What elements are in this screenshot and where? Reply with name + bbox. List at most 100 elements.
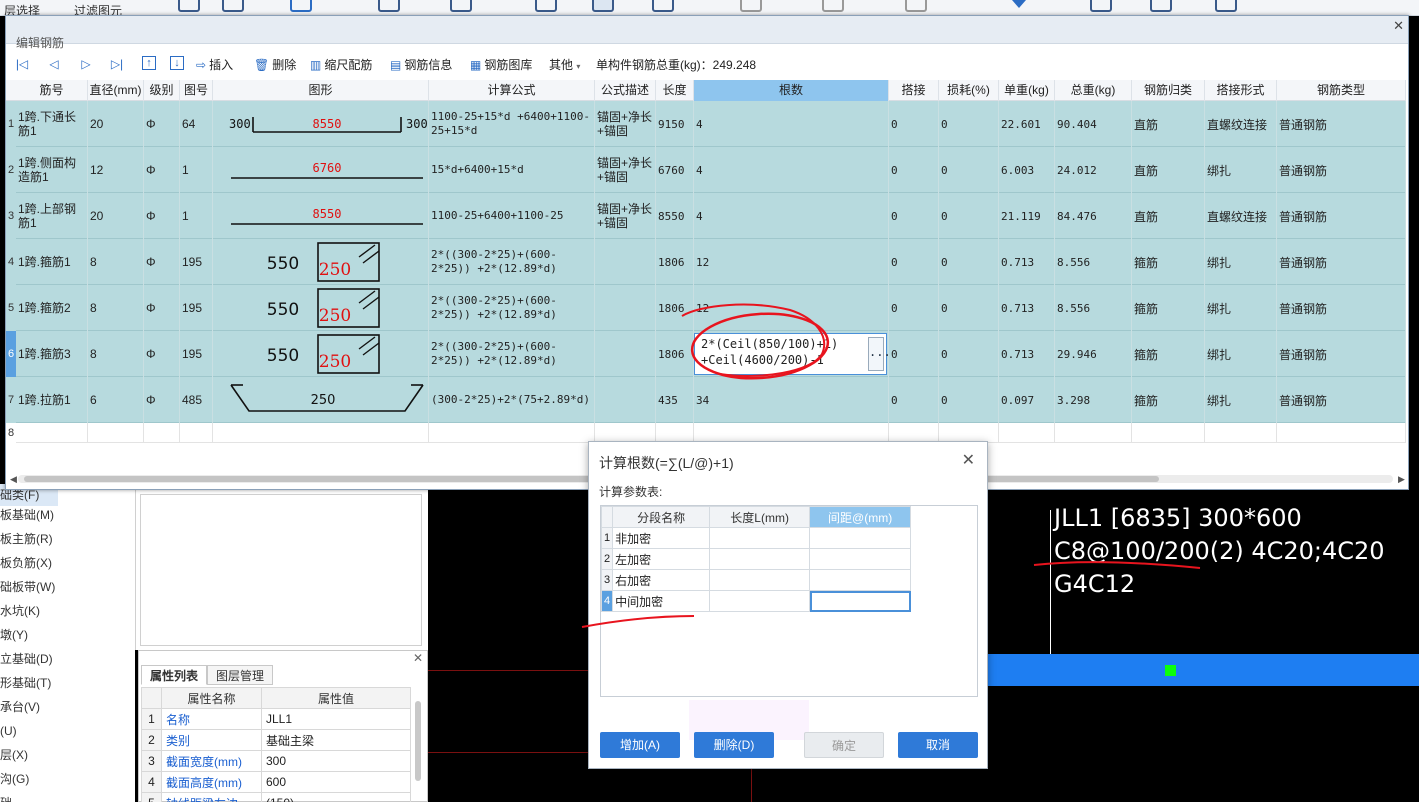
rebar-info-button[interactable]: ▤ 钢筋信息 — [390, 56, 452, 74]
col-header-grade[interactable]: 级别 — [144, 80, 180, 101]
bar-unit-weight[interactable]: 6.003 — [999, 147, 1055, 193]
col-header-total-weight[interactable]: 总重(kg) — [1055, 80, 1132, 101]
bar-rebar-type[interactable]: 普通钢筋 — [1277, 239, 1406, 285]
property-value[interactable]: 基础主梁 — [261, 729, 411, 751]
bar-name[interactable]: 1跨.箍筋3 — [16, 331, 88, 377]
bar-formula-desc[interactable]: 锚固+净长+锚固 — [595, 101, 656, 147]
bar-total-weight[interactable]: 8.556 — [1055, 239, 1132, 285]
bar-lap-type[interactable]: 直螺纹连接 — [1205, 193, 1277, 239]
more-options-button[interactable]: ... — [868, 337, 888, 371]
bar-total-weight[interactable]: 90.404 — [1055, 101, 1132, 147]
bar-category[interactable]: 箍筋 — [1132, 377, 1205, 423]
toolbar-icon[interactable] — [1150, 0, 1172, 12]
grip-point[interactable] — [1165, 665, 1176, 676]
bar-diameter[interactable]: 20 — [88, 193, 144, 239]
table-row[interactable]: 2 1跨.侧面构造筋1 12 Φ 1 6760 15*d+6400+15*d 锚固+净长+锚固… — [6, 147, 1406, 193]
bar-diameter[interactable]: 8 — [88, 331, 144, 377]
tree-item[interactable]: 板负筋(X) — [0, 552, 52, 574]
col-header-bar-no[interactable]: 筋号 — [16, 80, 88, 101]
bar-formula[interactable] — [429, 423, 595, 443]
property-value[interactable]: 300 — [261, 750, 411, 772]
bar-rebar-type[interactable]: 普通钢筋 — [1277, 377, 1406, 423]
segment-spacing-input[interactable] — [809, 569, 912, 591]
bar-shape[interactable]: 8550 300 300 — [213, 101, 429, 147]
table-row[interactable]: 5 1跨.箍筋2 8 Φ 195 550 250 2*((300-2*25)+(600-2*2… — [6, 285, 1406, 331]
segment-name[interactable]: 中间加密 — [612, 590, 711, 612]
toolbar-icon[interactable] — [652, 0, 674, 12]
bar-lap[interactable]: 0 — [889, 331, 939, 377]
bar-category[interactable]: 直筋 — [1132, 193, 1205, 239]
tree-item[interactable]: 形基础(T) — [0, 672, 51, 694]
bar-formula[interactable]: 2*((300-2*25)+(600-2*25)) +2*(12.89*d) — [429, 285, 595, 331]
table-row[interactable]: 8 — [6, 423, 1406, 443]
bar-name[interactable]: 1跨.侧面构造筋1 — [16, 147, 88, 193]
cursor-icon[interactable] — [290, 0, 312, 12]
bar-unit-weight[interactable] — [999, 423, 1055, 443]
segment-spacing-input[interactable] — [809, 527, 912, 549]
bar-unit-weight[interactable]: 0.097 — [999, 377, 1055, 423]
toolbar-icon[interactable] — [740, 0, 762, 12]
row-number[interactable]: 4 — [6, 239, 16, 285]
toolbar-icon[interactable] — [222, 0, 244, 12]
toolbar-icon[interactable] — [450, 0, 472, 12]
tree-item[interactable]: 板主筋(R) — [0, 528, 53, 550]
bar-diameter[interactable] — [88, 423, 144, 443]
bar-formula[interactable]: 2*((300-2*25)+(600-2*25)) +2*(12.89*d) — [429, 331, 595, 377]
bar-length[interactable]: 435 — [656, 377, 694, 423]
bar-grade[interactable]: Φ — [144, 285, 180, 331]
scale-rebar-button[interactable]: ▥ 缩尺配筋 — [310, 56, 372, 74]
other-menu[interactable]: 其他 ▾ — [549, 56, 580, 74]
col-header-figure-no[interactable]: 图号 — [180, 80, 213, 101]
col-header-formula[interactable]: 计算公式 — [429, 80, 595, 101]
bar-total-weight[interactable]: 8.556 — [1055, 285, 1132, 331]
next-record-icon[interactable]: ▷ — [78, 56, 94, 72]
property-row[interactable]: 4 截面高度(mm) 600 — [141, 771, 411, 793]
tree-item[interactable]: 水坑(K) — [0, 600, 40, 622]
first-record-icon[interactable]: |◁ — [14, 56, 30, 72]
col-header-category[interactable]: 钢筋归类 — [1132, 80, 1205, 101]
bar-rebar-type[interactable]: 普通钢筋 — [1277, 101, 1406, 147]
row-number[interactable]: 2 — [6, 147, 16, 193]
bar-lap[interactable]: 0 — [889, 377, 939, 423]
bar-name[interactable]: 1跨.上部钢筋1 — [16, 193, 88, 239]
bar-diameter[interactable]: 20 — [88, 101, 144, 147]
bar-lap[interactable]: 0 — [889, 285, 939, 331]
bar-length[interactable]: 9150 — [656, 101, 694, 147]
segment-length-input[interactable] — [709, 569, 811, 591]
bar-length[interactable]: 1806 — [656, 331, 694, 377]
toolbar-icon[interactable] — [905, 0, 927, 12]
add-button[interactable]: 增加(A) — [600, 732, 680, 758]
param-row[interactable]: 1 非加密 — [600, 527, 912, 549]
bar-length[interactable]: 1806 — [656, 285, 694, 331]
col-header-shape[interactable]: 图形 — [213, 80, 429, 101]
bar-category[interactable]: 箍筋 — [1132, 285, 1205, 331]
segment-length-input[interactable] — [709, 548, 811, 570]
bar-lap[interactable]: 0 — [889, 147, 939, 193]
tree-item[interactable]: 层(X) — [0, 744, 28, 766]
bar-formula-desc[interactable] — [595, 331, 656, 377]
table-row[interactable]: 3 1跨.上部钢筋1 20 Φ 1 8550 1100-25+6400+1100-25 锚固+… — [6, 193, 1406, 239]
bar-shape[interactable] — [213, 423, 429, 443]
tree-item[interactable]: (U) — [0, 720, 17, 742]
bar-formula[interactable]: (300-2*25)+2*(75+2.89*d) — [429, 377, 595, 423]
bar-formula-desc[interactable] — [595, 423, 656, 443]
row-number[interactable]: 7 — [6, 377, 16, 423]
bar-diameter[interactable]: 8 — [88, 239, 144, 285]
table-row[interactable]: 6 1跨.箍筋3 8 Φ 195 550 250 2*((300-2*25)+(600-2*2… — [6, 331, 1406, 377]
bar-loss[interactable]: 0 — [939, 331, 999, 377]
bar-grade[interactable]: Φ — [144, 147, 180, 193]
bar-total-weight[interactable]: 3.298 — [1055, 377, 1132, 423]
bar-length[interactable]: 1806 — [656, 239, 694, 285]
delete-button[interactable]: 删除(D) — [694, 732, 774, 758]
last-record-icon[interactable]: ▷| — [109, 56, 125, 72]
layer-select-label[interactable]: 层选择 — [4, 2, 40, 15]
bar-formula[interactable]: 2*((300-2*25)+(600-2*25)) +2*(12.89*d) — [429, 239, 595, 285]
tree-item[interactable]: 墩(Y) — [0, 624, 28, 646]
tab-property-list[interactable]: 属性列表 — [141, 665, 208, 685]
bar-category[interactable]: 箍筋 — [1132, 331, 1205, 377]
bar-name[interactable]: 1跨.下通长筋1 — [16, 101, 88, 147]
row-number[interactable]: 6 — [6, 331, 16, 377]
bar-lap-type[interactable]: 绑扎 — [1205, 239, 1277, 285]
bar-loss[interactable]: 0 — [939, 285, 999, 331]
bar-shape[interactable]: 250 — [213, 377, 429, 423]
